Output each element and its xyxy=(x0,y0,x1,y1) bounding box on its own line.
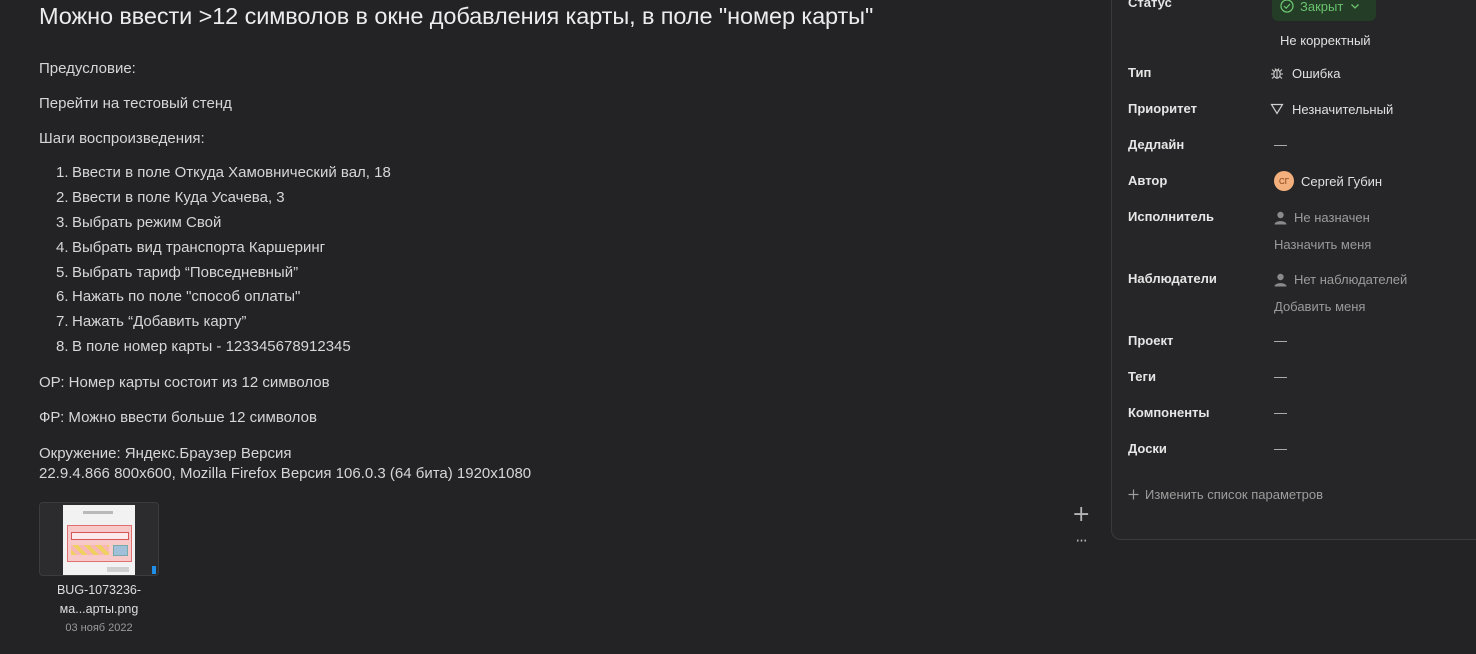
steps-label: Шаги воспроизведения: xyxy=(39,130,205,147)
plus-icon xyxy=(1128,489,1139,500)
issue-title[interactable]: Можно ввести >12 символов в окне добавле… xyxy=(39,3,873,30)
attachment-filename[interactable]: BUG-1073236- ма...арты.png xyxy=(39,581,159,619)
param-label: Тип xyxy=(1128,65,1152,80)
status-button[interactable]: Закрыт xyxy=(1272,0,1376,21)
triangle-down-icon xyxy=(1269,101,1285,117)
list-item: 1. Ввести в поле Откуда Хамовнический вал… xyxy=(56,164,391,181)
param-label: Наблюдатели xyxy=(1128,271,1217,286)
environment: Окружение: Яндекс.Браузер Версия 22.9.4.… xyxy=(39,444,531,484)
list-item: 5. Выбрать тариф “Повседневный” xyxy=(56,263,299,281)
list-item: 7. Нажать “Добавить карту” xyxy=(56,313,247,331)
list-item: 8. В поле номер карты - 123345678912345 xyxy=(56,338,351,356)
list-item: 3. Выбрать режим Свой xyxy=(56,213,222,231)
environment-line-2: 22.9.4.866 800x600, Mozilla Firefox Верс… xyxy=(39,465,532,482)
actual-result: ФР: Можно ввести больше 12 символов xyxy=(39,409,317,426)
param-label: Исполнитель xyxy=(1128,209,1214,224)
add-me-link[interactable]: Добавить меня xyxy=(1274,299,1365,314)
list-item: 2. Ввести в поле Куда Усачева, 3 xyxy=(56,188,285,206)
screenshot-preview xyxy=(63,505,135,575)
project-value[interactable]: — xyxy=(1274,333,1287,348)
attachment-thumbnail[interactable] xyxy=(39,502,159,576)
status-value: Закрыт xyxy=(1300,0,1344,14)
list-item: 4. Выбрать вид транспорта Каршеринг xyxy=(56,238,326,256)
param-label: Приоритет xyxy=(1128,101,1197,116)
deadline-value[interactable]: — xyxy=(1274,137,1287,152)
issue-params-panel: Статус Закрыт Не корректный Тип Ошибка П… xyxy=(1111,0,1476,540)
environment-line-1: Окружение: Яндекс.Браузер Версия xyxy=(39,445,292,462)
param-label: Дедлайн xyxy=(1128,137,1185,152)
chevron-down-icon xyxy=(1349,0,1361,12)
more-dots-icon[interactable]: ··· xyxy=(1072,532,1090,550)
followers-value[interactable]: Нет наблюдателей xyxy=(1274,272,1407,287)
precondition-text: Перейти на тестовый стенд xyxy=(39,95,232,112)
attachment[interactable]: BUG-1073236- ма...арты.png 03 нояб 2022 xyxy=(39,502,159,634)
expected-result: ОР: Номер карты состоит из 12 символов xyxy=(39,374,330,391)
attachment-date: 03 нояб 2022 xyxy=(65,622,133,634)
type-value[interactable]: Ошибка xyxy=(1269,65,1340,81)
avatar: СГ xyxy=(1274,171,1294,191)
author-value[interactable]: СГ Сергей Губин xyxy=(1274,171,1382,191)
tags-value[interactable]: — xyxy=(1274,369,1287,384)
param-label: Теги xyxy=(1128,369,1156,384)
user-icon xyxy=(1274,273,1287,287)
edit-params-button[interactable]: Изменить список параметров xyxy=(1128,487,1323,502)
plus-icon[interactable]: + xyxy=(1072,504,1090,526)
steps-list: 1. Ввести в поле Откуда Хамовнический вал… xyxy=(56,164,391,363)
boards-value[interactable]: — xyxy=(1274,441,1287,456)
param-label: Доски xyxy=(1128,441,1167,456)
resolution-value: Не корректный xyxy=(1280,33,1371,48)
bug-icon xyxy=(1269,65,1285,81)
list-item: 6. Нажать по поле "способ оплаты" xyxy=(56,288,301,306)
check-circle-icon xyxy=(1280,0,1294,13)
param-label: Автор xyxy=(1128,173,1168,188)
param-label: Статус xyxy=(1128,0,1172,10)
assignee-value[interactable]: Не назначен xyxy=(1274,210,1370,225)
priority-value[interactable]: Незначительный xyxy=(1269,101,1393,117)
param-label: Проект xyxy=(1128,333,1174,348)
user-icon xyxy=(1274,211,1287,225)
components-value[interactable]: — xyxy=(1274,405,1287,420)
assign-me-link[interactable]: Назначить меня xyxy=(1274,237,1371,252)
precondition-label: Предусловие: xyxy=(39,60,136,77)
param-label: Компоненты xyxy=(1128,405,1210,420)
